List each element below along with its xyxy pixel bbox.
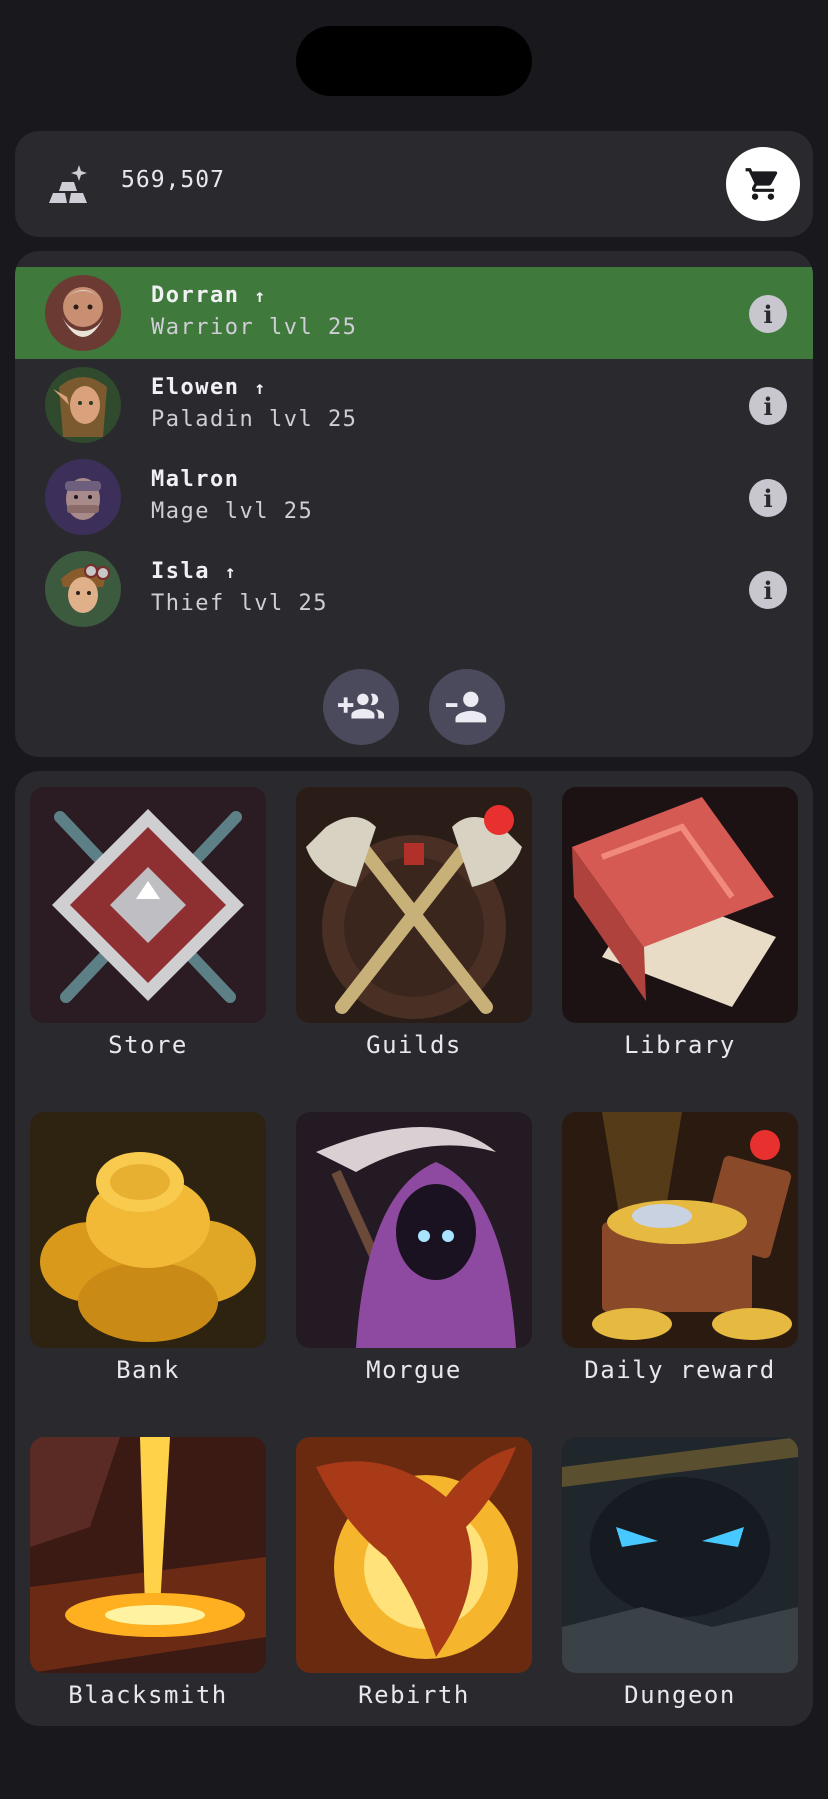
party-member-row[interactable]: Elowen ↑ Paladin lvl 25 i bbox=[15, 359, 813, 451]
remove-person-icon bbox=[445, 691, 487, 723]
dorran-avatar bbox=[45, 275, 121, 351]
tile-label: Guilds bbox=[366, 1031, 462, 1059]
add-group-icon bbox=[338, 693, 384, 719]
hero-name: Dorran bbox=[151, 283, 240, 308]
red-book-icon bbox=[562, 787, 798, 1023]
shopping-cart-icon bbox=[745, 168, 778, 200]
info-button[interactable]: i bbox=[749, 479, 787, 517]
gold-ingots-sparkle-icon bbox=[45, 163, 89, 207]
menu-tile-store[interactable]: Store bbox=[30, 787, 266, 1059]
molten-metal-icon bbox=[30, 1437, 266, 1673]
menu-tile-rebirth[interactable]: Rebirth bbox=[296, 1437, 532, 1709]
party-panel: Dorran ↑ Warrior lvl 25 i Elowen ↑ Palad… bbox=[15, 251, 813, 757]
party-member-row[interactable]: Dorran ↑ Warrior lvl 25 i bbox=[15, 267, 813, 359]
shop-cart-button[interactable] bbox=[726, 147, 800, 221]
hero-name: Elowen bbox=[151, 375, 240, 400]
hero-name: Isla bbox=[151, 559, 210, 584]
reaper-icon bbox=[296, 1112, 532, 1348]
level-up-arrow-icon: ↑ bbox=[254, 286, 267, 307]
notification-dot bbox=[484, 805, 514, 835]
currency-bar: 569,507 bbox=[15, 131, 813, 237]
crossed-axes-icon bbox=[296, 787, 532, 1023]
hero-class-level: Thief lvl 25 bbox=[151, 591, 328, 616]
elowen-avatar bbox=[45, 367, 121, 443]
tile-label: Store bbox=[108, 1031, 188, 1059]
menu-tile-morgue[interactable]: Morgue bbox=[296, 1112, 532, 1384]
tile-label: Rebirth bbox=[358, 1681, 470, 1709]
remove-party-member-button[interactable] bbox=[429, 669, 505, 745]
party-member-row[interactable]: Malron Mage lvl 25 i bbox=[15, 451, 813, 543]
hero-name: Malron bbox=[151, 467, 240, 492]
tile-label: Bank bbox=[116, 1356, 180, 1384]
phoenix-icon bbox=[296, 1437, 532, 1673]
malron-avatar bbox=[45, 459, 121, 535]
menu-tile-blacksmith[interactable]: Blacksmith bbox=[30, 1437, 266, 1709]
tile-label: Library bbox=[624, 1031, 736, 1059]
treasure-chest-icon bbox=[562, 1112, 798, 1348]
tile-label: Dungeon bbox=[624, 1681, 736, 1709]
hero-class-level: Warrior lvl 25 bbox=[151, 315, 358, 340]
tile-label: Blacksmith bbox=[68, 1681, 228, 1709]
dynamic-island bbox=[296, 26, 532, 96]
tile-label: Morgue bbox=[366, 1356, 462, 1384]
menu-tile-bank[interactable]: Bank bbox=[30, 1112, 266, 1384]
hero-class-level: Paladin lvl 25 bbox=[151, 407, 358, 432]
info-button[interactable]: i bbox=[749, 387, 787, 425]
level-up-arrow-icon: ↑ bbox=[254, 378, 267, 399]
hero-class-level: Mage lvl 25 bbox=[151, 499, 314, 524]
menu-tile-library[interactable]: Library bbox=[562, 787, 798, 1059]
gold-coins-pile-icon bbox=[30, 1112, 266, 1348]
party-member-row[interactable]: Isla ↑ Thief lvl 25 i bbox=[15, 543, 813, 635]
notification-dot bbox=[750, 1130, 780, 1160]
info-button[interactable]: i bbox=[749, 295, 787, 333]
glowing-eyes-monster-icon bbox=[562, 1437, 798, 1673]
level-up-arrow-icon: ↑ bbox=[224, 562, 238, 583]
menu-tile-dungeon[interactable]: Dungeon bbox=[562, 1437, 798, 1709]
info-button[interactable]: i bbox=[749, 571, 787, 609]
gold-amount: 569,507 bbox=[121, 167, 225, 193]
crossed-swords-shield-icon bbox=[30, 787, 266, 1023]
add-party-member-button[interactable] bbox=[323, 669, 399, 745]
isla-avatar bbox=[45, 551, 121, 627]
menu-grid: Store Guilds Library Bank Morgue Daily r… bbox=[15, 771, 813, 1726]
menu-tile-guilds[interactable]: Guilds bbox=[296, 787, 532, 1059]
menu-tile-daily-reward[interactable]: Daily reward bbox=[562, 1112, 798, 1384]
tile-label: Daily reward bbox=[584, 1356, 776, 1384]
